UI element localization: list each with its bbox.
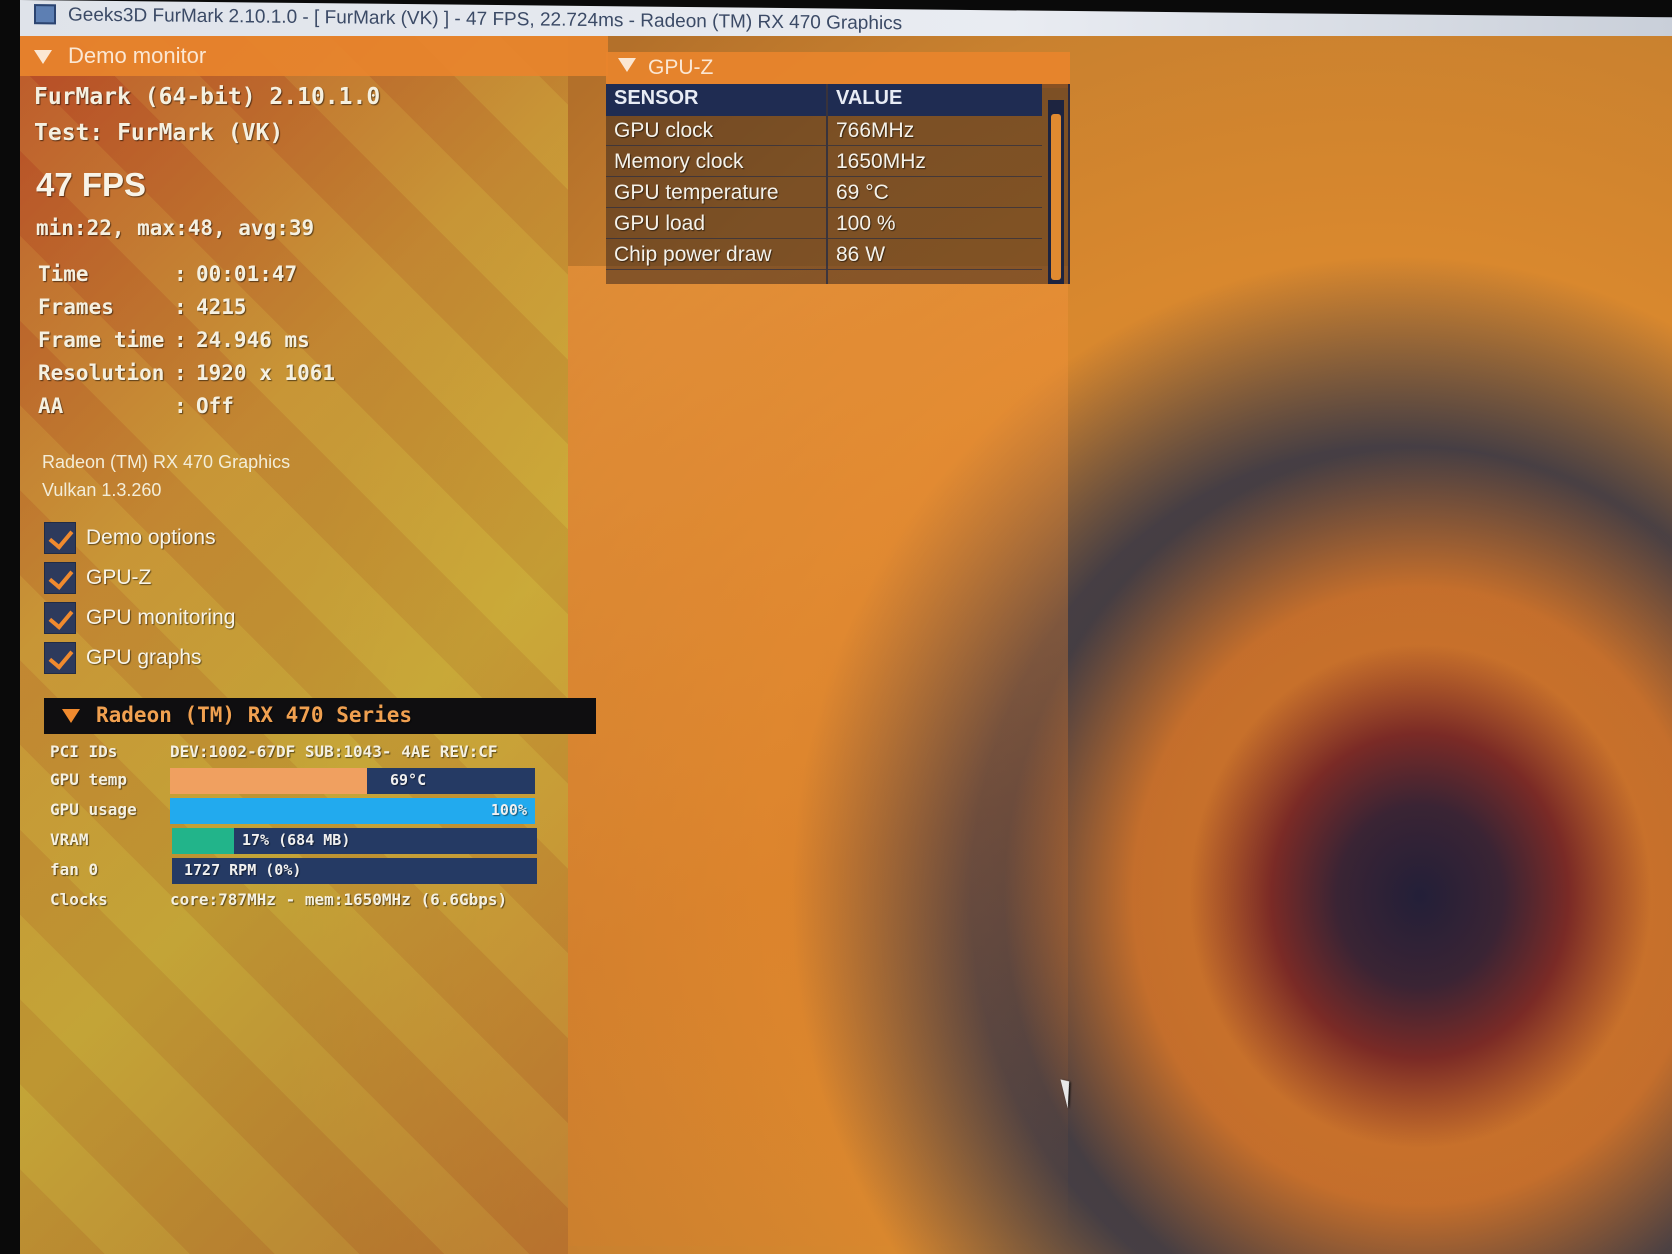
stat-row-frame-time: Frame time:24.946 ms	[38, 328, 310, 352]
checkbox-gpu-graphs[interactable]: GPU graphs	[44, 640, 202, 676]
column-header-value: VALUE	[828, 84, 1042, 116]
vram-value: 17% (684 MB)	[242, 831, 351, 849]
gpu-temp-bar: 69°C	[170, 768, 535, 794]
gpu-usage-bar: 100%	[170, 798, 535, 824]
checkmark-icon[interactable]	[44, 562, 76, 594]
stat-key: Frames	[38, 295, 114, 319]
gpu-series-title: Radeon (TM) RX 470 Series	[96, 703, 413, 727]
table-cell-value: 69 °C	[828, 178, 1042, 208]
table-cell-sensor: Chip power draw	[606, 240, 826, 270]
table-cell-sensor: Memory clock	[606, 147, 826, 177]
stat-colon: :	[174, 361, 187, 385]
pci-ids-label: PCI IDs	[50, 742, 118, 761]
app-name: FurMark (64-bit) 2.10.1.0	[34, 84, 381, 110]
collapse-triangle-icon	[618, 58, 636, 72]
stat-key: AA	[38, 394, 64, 418]
stat-row-aa: AA: Off	[38, 394, 234, 418]
stat-key: Frame time	[38, 328, 165, 352]
gpu-usage-bar-fill	[170, 798, 535, 824]
gpu-temp-label: GPU temp	[50, 770, 128, 789]
gpu-usage-row: GPU usage	[50, 800, 137, 819]
pci-ids-row: PCI IDs DEV:1002-67DF SUB:1043- 4AE REV:…	[50, 742, 498, 761]
stat-row-frames: Frames:4215	[38, 295, 247, 319]
gpu-series-header[interactable]: Radeon (TM) RX 470 Series	[44, 698, 596, 734]
fan-value: 1727 RPM (0%)	[184, 861, 302, 879]
api-version: Vulkan 1.3.260	[42, 480, 162, 500]
checkmark-icon[interactable]	[44, 642, 76, 674]
stat-row-resolution: Resolution:1920 x 1061	[38, 361, 335, 385]
gpu-temp-row: GPU temp	[50, 770, 127, 789]
gpu-name: Radeon (TM) RX 470 Graphics	[42, 452, 291, 472]
stat-colon: :	[174, 295, 187, 319]
table-cell-sensor: GPU load	[606, 209, 826, 239]
fan-label: fan 0	[50, 860, 99, 879]
viewport-mid-tint	[568, 266, 1068, 1246]
checkbox-gpu-monitoring[interactable]: GPU monitoring	[44, 600, 235, 636]
gpu-temp-bar-fill	[170, 768, 368, 794]
stat-key: Resolution	[38, 361, 165, 385]
gpu-usage-value: 100%	[490, 801, 527, 819]
demo-monitor-title: Demo monitor	[68, 43, 207, 68]
fps-stats: min:22, max:48, avg:39	[36, 216, 315, 240]
stat-row-time: Time:00:01:47	[38, 262, 297, 286]
checkmark-icon[interactable]	[44, 522, 76, 554]
checkbox-label: GPU-Z	[86, 566, 152, 589]
checkbox-demo-options[interactable]: Demo options	[44, 520, 216, 556]
table-cell-sensor: GPU temperature	[606, 178, 826, 208]
app-icon	[34, 4, 56, 25]
clocks-value: core:787MHz - mem:1650MHz (6.6Gbps)	[170, 890, 508, 909]
gpuz-sensor-table: SENSOR VALUE GPU clock 766MHz Memory clo…	[606, 84, 1070, 284]
collapse-triangle-icon	[62, 709, 80, 723]
table-cell-value: 100 %	[828, 209, 1042, 239]
checkbox-label: GPU graphs	[86, 646, 202, 669]
demo-monitor-header[interactable]: Demo monitor	[20, 36, 608, 76]
stat-value: 00:01:47	[196, 262, 298, 286]
stat-colon: :	[174, 394, 187, 418]
stat-value: 24.946 ms	[196, 328, 310, 352]
stat-value: Off	[196, 394, 234, 418]
gpuz-scrollbar-thumb[interactable]	[1051, 114, 1061, 280]
stat-value: 1920 x 1061	[196, 361, 336, 385]
fan-bar: 1727 RPM (0%)	[172, 858, 537, 884]
vram-label: VRAM	[50, 830, 89, 849]
table-cell-value: 1650MHz	[828, 147, 1042, 177]
clocks-label: Clocks	[50, 890, 108, 909]
fps-readout: 47 FPS	[36, 166, 147, 203]
column-divider	[826, 84, 828, 284]
stat-colon: :	[174, 262, 187, 286]
stat-key: Time	[38, 262, 89, 286]
window-title: Geeks3D FurMark 2.10.1.0 - [ FurMark (VK…	[68, 4, 903, 35]
clocks-row: Clocks core:787MHz - mem:1650MHz (6.6Gbp…	[50, 890, 507, 909]
column-header-sensor: SENSOR	[606, 84, 826, 116]
checkbox-label: GPU monitoring	[86, 606, 236, 629]
table-cell-sensor: GPU clock	[606, 116, 826, 146]
gpuz-header[interactable]: GPU-Z	[606, 52, 1070, 88]
test-name: Test: FurMark (VK)	[34, 120, 284, 146]
stat-value: 4215	[196, 295, 247, 319]
checkmark-icon[interactable]	[44, 602, 76, 634]
table-cell-value: 86 W	[828, 240, 1042, 270]
fan-row: fan 0	[50, 860, 98, 879]
stat-colon: :	[174, 328, 187, 352]
gpuz-title: GPU-Z	[648, 56, 714, 79]
vram-row: VRAM	[50, 830, 89, 849]
checkbox-label: Demo options	[86, 526, 216, 549]
pci-ids-value: DEV:1002-67DF SUB:1043- 4AE REV:CF	[170, 742, 498, 761]
table-cell-value: 766MHz	[828, 116, 1042, 146]
collapse-triangle-icon	[34, 50, 52, 64]
checkbox-gpu-z[interactable]: GPU-Z	[44, 560, 151, 596]
gpu-temp-value: 69°C	[390, 771, 427, 789]
gpuz-scrollbar[interactable]	[1048, 100, 1064, 284]
vram-bar: 17% (684 MB)	[172, 828, 537, 854]
vram-bar-fill	[172, 828, 235, 854]
gpu-usage-label: GPU usage	[50, 800, 137, 819]
